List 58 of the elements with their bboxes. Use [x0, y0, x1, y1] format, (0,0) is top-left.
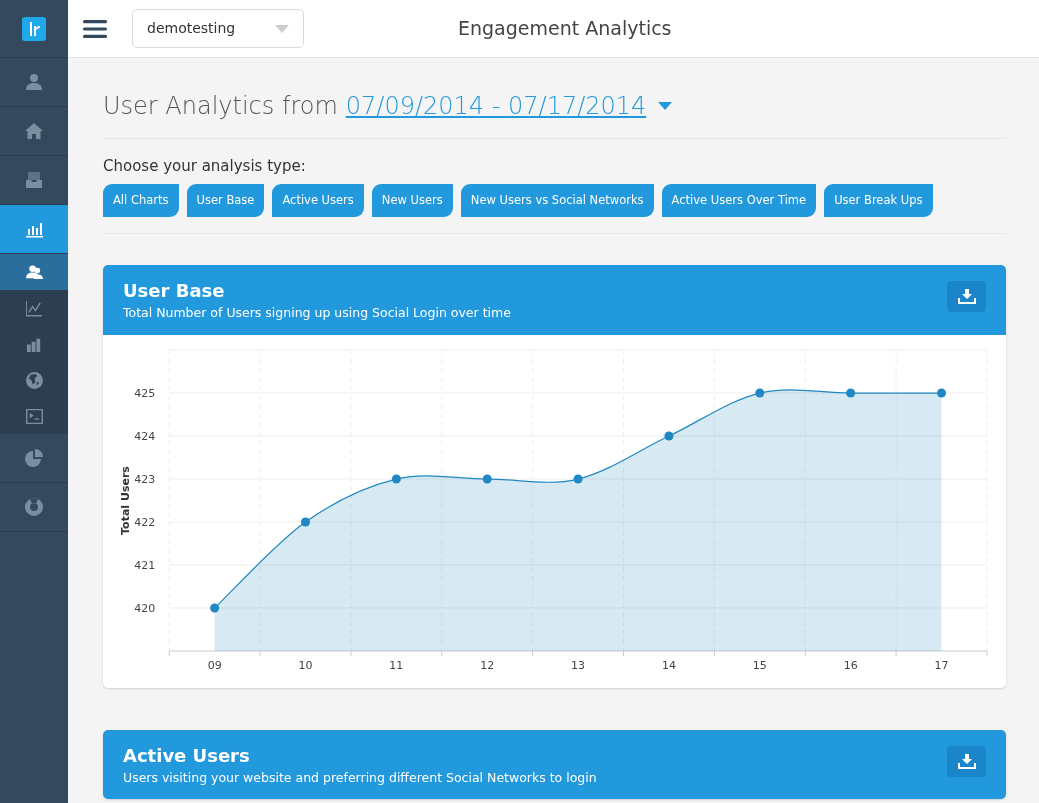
x-tick-label: 09 — [207, 658, 222, 672]
data-point — [846, 388, 856, 398]
data-point — [301, 517, 310, 527]
y-tick-label: 420 — [134, 601, 156, 615]
y-tick-label: 422 — [134, 515, 156, 529]
data-point — [755, 388, 765, 398]
data-point — [210, 603, 220, 613]
x-tick-label: 12 — [480, 658, 495, 672]
analysis-label: Choose your analysis type: — [103, 156, 307, 177]
analysis-type-button[interactable]: Active Users Over Time — [661, 183, 817, 217]
pie-chart-icon[interactable] — [25, 449, 43, 467]
download-icon — [957, 753, 976, 769]
y-tick-label: 424 — [134, 429, 156, 443]
data-point — [391, 474, 401, 484]
bar-chart-icon[interactable] — [25, 220, 43, 238]
caret-icon[interactable] — [658, 102, 673, 110]
x-tick-label: 17 — [934, 658, 949, 672]
analysis-type-button[interactable]: User Base — [186, 183, 265, 217]
home-icon[interactable] — [25, 122, 43, 140]
users-icon[interactable] — [25, 263, 43, 281]
download-button[interactable] — [947, 745, 986, 777]
x-tick-label: 15 — [752, 658, 767, 672]
globe-icon[interactable] — [25, 371, 43, 389]
data-point — [664, 431, 674, 441]
download-button[interactable] — [947, 280, 986, 312]
data-point — [937, 388, 946, 398]
data-point — [573, 474, 583, 484]
page-title: Engagement Analytics — [458, 16, 672, 42]
analysis-type-button[interactable]: New Users vs Social Networks — [460, 183, 654, 217]
y-tick-label: 421 — [134, 558, 156, 572]
x-tick-label: 14 — [661, 658, 676, 672]
user-icon[interactable] — [25, 73, 43, 91]
line-chart-icon[interactable] — [25, 299, 43, 317]
inbox-icon[interactable] — [25, 171, 43, 189]
analysis-type-button[interactable]: User Break Ups — [824, 183, 933, 217]
date-range-link[interactable]: 07/09/2014 - 07/17/2014 — [345, 88, 647, 124]
y-axis-title: Total Users — [119, 465, 133, 535]
analysis-type-button[interactable]: New Users — [371, 183, 453, 217]
panel-subtitle: Total Number of Users signing up using Social Login over time — [123, 303, 511, 322]
logo-icon — [22, 16, 46, 41]
panel-title: Active Users — [123, 743, 251, 768]
menu-icon[interactable] — [83, 19, 107, 38]
download-icon — [957, 288, 976, 304]
panel-subtitle: Users visiting your website and preferring different Social Networks to login — [123, 768, 597, 787]
terminal-icon[interactable] — [25, 407, 43, 425]
panel-title: User Base — [123, 278, 226, 303]
heading-text: User Analytics from — [103, 91, 338, 122]
account-select[interactable]: demotesting — [132, 9, 304, 48]
x-tick-label: 16 — [843, 658, 858, 672]
y-tick-label: 425 — [134, 386, 156, 400]
y-tick-label: 423 — [134, 472, 156, 486]
analysis-type-button[interactable]: Active Users — [272, 183, 364, 217]
x-tick-label: 11 — [389, 658, 404, 672]
x-tick-label: 10 — [298, 658, 313, 672]
analysis-type-button[interactable]: All Charts — [103, 183, 179, 217]
data-point — [482, 474, 492, 484]
x-tick-label: 13 — [571, 658, 586, 672]
lifebuoy-icon[interactable] — [25, 498, 43, 516]
